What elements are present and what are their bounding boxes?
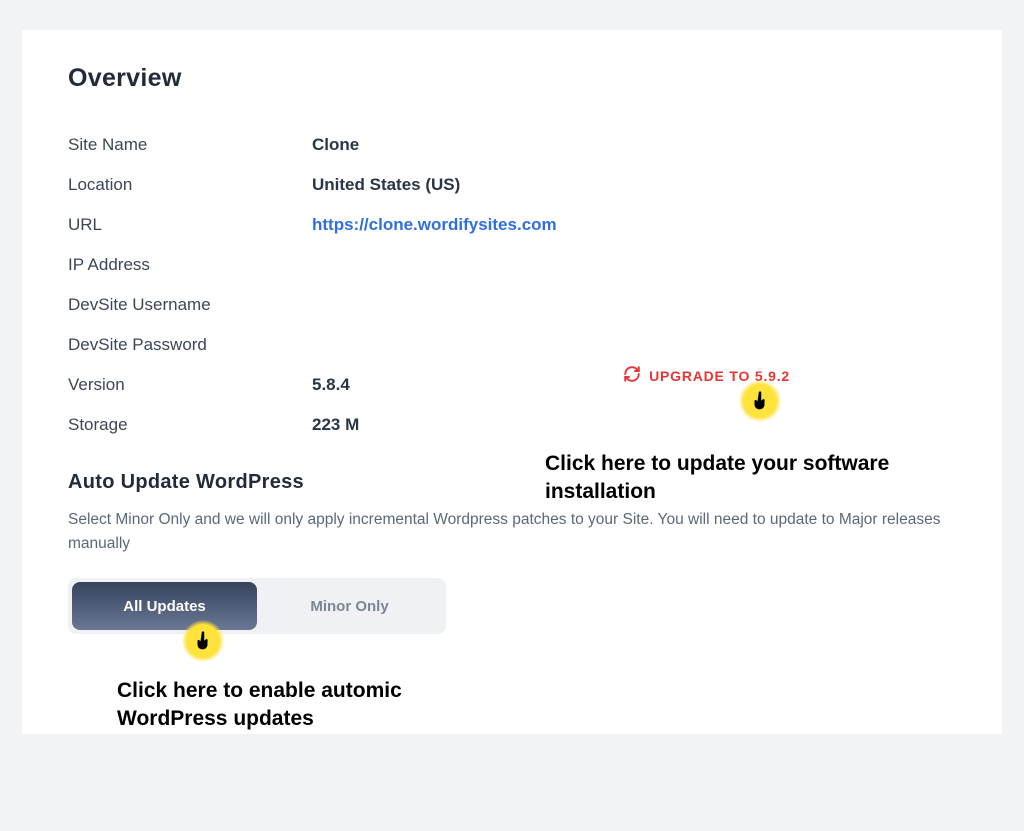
version-label: Version [68,375,312,395]
refresh-icon [623,365,641,386]
upgrade-annotation: Click here to update your software insta… [545,450,905,507]
location-row: Location United States (US) [68,165,956,205]
devsite-password-label: DevSite Password [68,335,312,355]
version-row: Version 5.8.4 UPGRADE TO 5.9.2 [68,365,956,405]
location-label: Location [68,175,312,195]
url-label: URL [68,215,312,235]
auto-update-toggle: All Updates Minor Only [68,578,446,634]
devsite-username-label: DevSite Username [68,295,312,315]
storage-label: Storage [68,415,312,435]
all-updates-annotation: Click here to enable automic WordPress u… [117,677,497,734]
storage-row: Storage 223 M [68,405,956,445]
all-updates-option[interactable]: All Updates [72,582,257,630]
version-value: 5.8.4 [312,375,350,395]
upgrade-label: UPGRADE TO 5.9.2 [649,368,790,384]
overview-card: Overview Site Name Clone Location United… [22,30,1002,734]
site-name-value: Clone [312,135,359,155]
devsite-username-row: DevSite Username [68,285,956,325]
page-title: Overview [68,64,956,93]
devsite-password-row: DevSite Password [68,325,956,365]
storage-value: 223 M [312,415,359,435]
url-link[interactable]: https://clone.wordifysites.com [312,215,557,235]
ip-label: IP Address [68,255,312,275]
url-row: URL https://clone.wordifysites.com [68,205,956,245]
upgrade-link[interactable]: UPGRADE TO 5.9.2 [623,365,790,386]
ip-row: IP Address [68,245,956,285]
auto-update-help: Select Minor Only and we will only apply… [68,508,956,556]
site-name-row: Site Name Clone [68,125,956,165]
site-name-label: Site Name [68,135,312,155]
location-value: United States (US) [312,175,460,195]
minor-only-option[interactable]: Minor Only [257,582,442,630]
